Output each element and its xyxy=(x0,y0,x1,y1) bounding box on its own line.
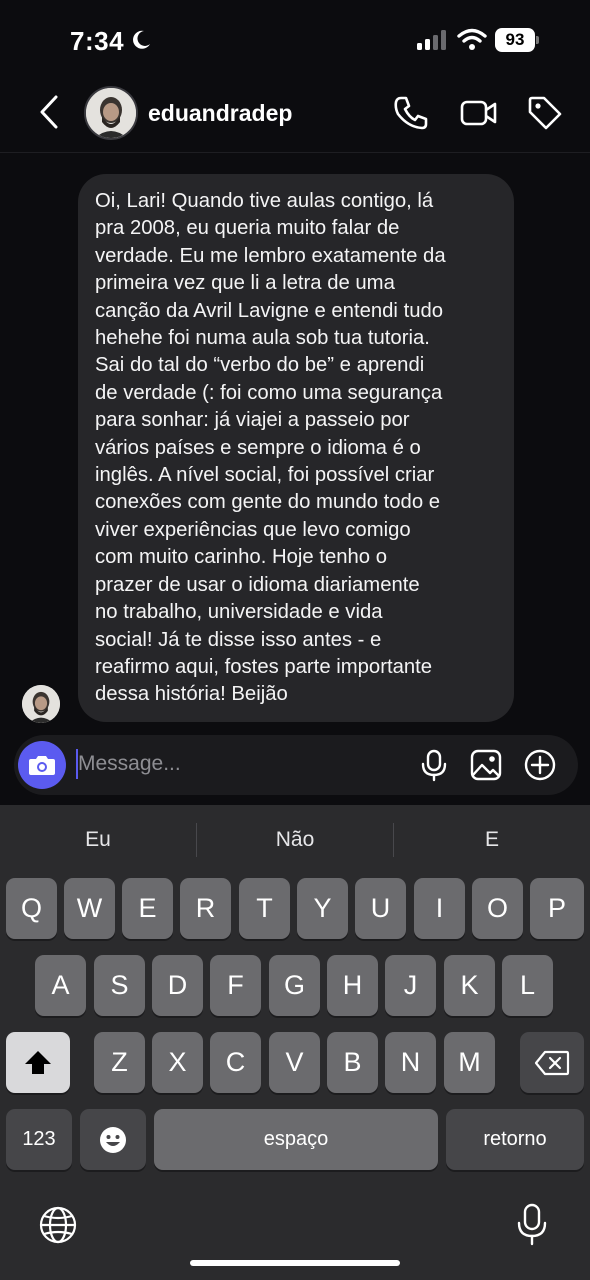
message-text: Oi, Lari! Quando tive aulas contigo, lá … xyxy=(95,190,446,706)
microphone-icon[interactable] xyxy=(516,1203,548,1247)
key-b[interactable]: B xyxy=(327,1032,378,1093)
key-v[interactable]: V xyxy=(269,1032,320,1093)
key-j[interactable]: J xyxy=(385,955,436,1016)
camera-button[interactable] xyxy=(18,741,66,789)
chat-header: eduandradep xyxy=(0,80,590,152)
key-n[interactable]: N xyxy=(385,1032,436,1093)
sender-avatar-photo xyxy=(22,685,60,723)
moon-icon xyxy=(133,30,150,49)
camera-icon xyxy=(29,756,55,775)
key-i[interactable]: I xyxy=(414,878,465,939)
message-bubble[interactable]: Oi, Lari! Quando tive aulas contigo, lá … xyxy=(78,174,514,722)
battery-level: 93 xyxy=(495,28,535,52)
key-f[interactable]: F xyxy=(210,955,261,1016)
return-key[interactable]: retorno xyxy=(446,1109,584,1170)
key-g[interactable]: G xyxy=(269,955,320,1016)
key-l[interactable]: L xyxy=(502,955,553,1016)
plus-circle-icon[interactable] xyxy=(523,748,557,782)
suggestion-1[interactable]: Eu xyxy=(0,805,196,875)
wifi-icon xyxy=(457,28,487,50)
key-a[interactable]: A xyxy=(35,955,86,1016)
emoji-icon xyxy=(100,1127,126,1153)
status-time: 7:34 xyxy=(70,26,125,56)
sender-avatar[interactable] xyxy=(22,685,60,723)
signal-icon xyxy=(417,30,446,50)
header-divider xyxy=(0,152,590,153)
message-input[interactable] xyxy=(78,745,398,783)
key-d[interactable]: D xyxy=(152,955,203,1016)
globe-icon[interactable] xyxy=(38,1205,78,1245)
key-r[interactable]: R xyxy=(180,878,231,939)
numbers-key[interactable]: 123 xyxy=(6,1109,72,1170)
key-x[interactable]: X xyxy=(152,1032,203,1093)
status-bar: 7:34 93 xyxy=(0,0,590,80)
key-m[interactable]: M xyxy=(444,1032,495,1093)
key-p[interactable]: P xyxy=(530,878,584,939)
shift-key[interactable] xyxy=(6,1032,70,1093)
key-q[interactable]: Q xyxy=(6,878,57,939)
battery-icon: 93 xyxy=(495,28,539,52)
video-camera-icon[interactable] xyxy=(460,94,498,132)
key-z[interactable]: Z xyxy=(94,1032,145,1093)
key-k[interactable]: K xyxy=(444,955,495,1016)
key-u[interactable]: U xyxy=(355,878,406,939)
space-key[interactable]: espaço xyxy=(154,1109,438,1170)
key-e[interactable]: E xyxy=(122,878,173,939)
suggestion-3[interactable]: E xyxy=(394,805,590,875)
shift-icon xyxy=(25,1051,51,1074)
backspace-icon xyxy=(534,1050,570,1076)
phone-icon[interactable] xyxy=(392,94,430,132)
message-composer xyxy=(14,735,578,795)
back-chevron-icon[interactable] xyxy=(38,94,60,130)
key-t[interactable]: T xyxy=(239,878,290,939)
key-y[interactable]: Y xyxy=(297,878,348,939)
microphone-icon[interactable] xyxy=(417,748,451,782)
emoji-key[interactable] xyxy=(80,1109,146,1170)
home-indicator[interactable] xyxy=(190,1260,400,1266)
backspace-key[interactable] xyxy=(520,1032,584,1093)
suggestion-2[interactable]: Não xyxy=(197,805,393,875)
key-s[interactable]: S xyxy=(94,955,145,1016)
key-o[interactable]: O xyxy=(472,878,523,939)
tag-icon[interactable] xyxy=(526,94,564,132)
avatar[interactable] xyxy=(84,86,138,140)
key-c[interactable]: C xyxy=(210,1032,261,1093)
chat-username[interactable]: eduandradep xyxy=(148,100,292,127)
keyboard: Eu Não E Q W E R T Y U I O P A S D F G H… xyxy=(0,805,590,1280)
key-w[interactable]: W xyxy=(64,878,115,939)
key-h[interactable]: H xyxy=(327,955,378,1016)
avatar-photo xyxy=(86,88,136,138)
image-icon[interactable] xyxy=(469,748,503,782)
